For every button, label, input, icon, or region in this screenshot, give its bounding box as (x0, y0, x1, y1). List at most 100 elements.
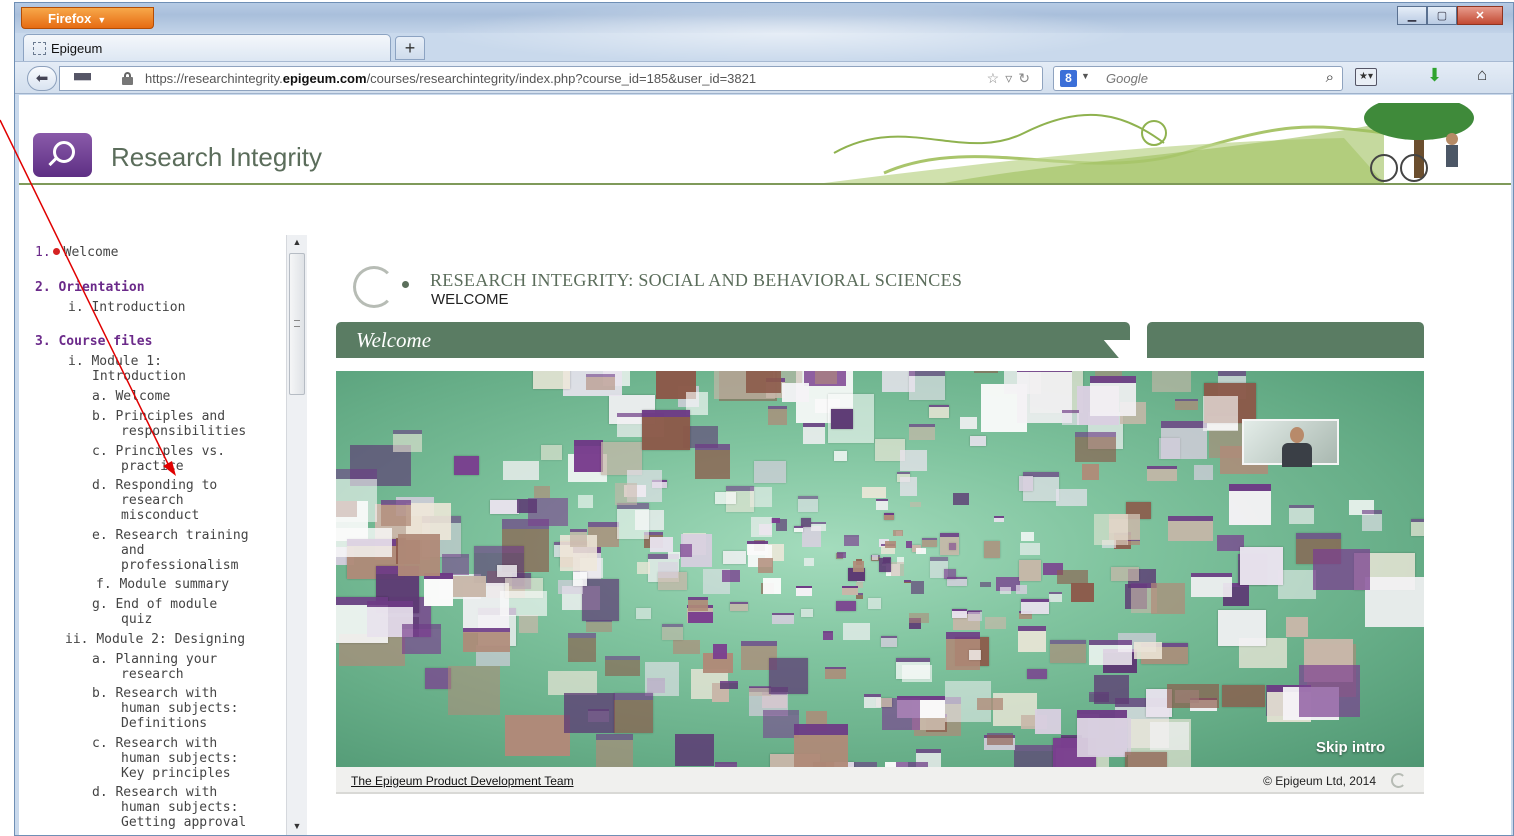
sidebar-item-human-subjects-key-principles[interactable]: c. Research with (92, 736, 217, 751)
sidebar-item-label-cont[interactable]: Key principles (121, 766, 231, 781)
sidebar-item-research-training[interactable]: e. Research training (92, 528, 249, 543)
sidebar-item-label-cont[interactable]: human subjects: (121, 751, 238, 766)
sidebar-item-human-subjects-definitions[interactable]: b. Research with (92, 686, 217, 701)
history-dropdown-icon[interactable]: ▿ (1005, 70, 1018, 86)
mosaic-thumbnail (969, 436, 986, 447)
search-icon[interactable]: ⌕ (1326, 69, 1334, 86)
mosaic-thumbnail (772, 612, 795, 624)
mosaic-thumbnail (943, 569, 956, 580)
reload-icon[interactable]: ↻ (1018, 70, 1036, 86)
mosaic-thumbnail (993, 516, 1004, 523)
scroll-up-arrow-icon[interactable]: ▲ (290, 237, 304, 251)
sidebar-scrollbar[interactable]: ▲ ▼ (286, 235, 307, 835)
sidebar-item-label: Research training (115, 528, 249, 543)
course-section-title: WELCOME (431, 291, 509, 308)
course-logo-dot-icon (402, 281, 409, 288)
sidebar-item-number: f. (96, 577, 112, 592)
search-engine-dropdown-icon[interactable]: ▼ (1081, 71, 1090, 81)
sidebar-section-orientation[interactable]: 2. Orientation (35, 280, 145, 295)
sidebar-section-course-files[interactable]: 3. Course files (35, 334, 152, 349)
sidebar-item-number: c. (92, 444, 108, 459)
new-tab-button[interactable]: + (395, 36, 425, 60)
browser-tab-epigeum[interactable]: Epigeum (23, 34, 391, 61)
sidebar-item-responding[interactable]: d. Responding to (92, 478, 217, 493)
intro-video-player[interactable]: Skip intro (336, 371, 1424, 767)
sidebar-item-module-1[interactable]: i. Module 1: (68, 354, 162, 369)
credits-link[interactable]: The Epigeum Product Development Team (351, 774, 574, 788)
sidebar-item-label-cont[interactable]: Getting approval (121, 815, 246, 830)
close-window-button[interactable]: ✕ (1457, 6, 1503, 25)
sidebar-item-label-cont[interactable]: research (121, 667, 184, 682)
sidebar-item-label-cont[interactable]: and (121, 543, 144, 558)
mosaic-thumbnail (516, 499, 537, 514)
mosaic-thumbnail (1222, 684, 1266, 707)
mosaic-thumbnail (582, 578, 620, 621)
sidebar-item-introduction[interactable]: i. Introduction (68, 300, 185, 315)
mosaic-thumbnail (504, 714, 570, 756)
bookmarks-icon[interactable]: ★▾ (1355, 68, 1377, 86)
back-arrow-icon: ⬅ (35, 70, 49, 87)
sidebar-item-label-cont[interactable]: professionalism (121, 558, 238, 573)
home-icon[interactable]: ⌂ (1477, 65, 1487, 85)
course-navigation-sidebar: 1. Welcome 2. Orientation i. Introduction… (19, 235, 286, 835)
sidebar-item-module-2[interactable]: ii. Module 2: Designing (65, 632, 245, 647)
mosaic-thumbnail (397, 533, 440, 576)
sidebar-item-label-cont[interactable]: quiz (121, 612, 152, 627)
mosaic-thumbnail (968, 609, 983, 621)
firefox-menu-button[interactable]: Firefox ▼ (21, 7, 154, 29)
sidebar-item-label-cont[interactable]: research (121, 493, 184, 508)
mosaic-thumbnail (1021, 531, 1035, 541)
sidebar-item-principles-vs-practice[interactable]: c. Principles vs. (92, 444, 225, 459)
maximize-button[interactable]: ▢ (1427, 6, 1457, 25)
scrollbar-thumb[interactable] (289, 253, 305, 395)
sidebar-item-m1-welcome[interactable]: a. Welcome (92, 389, 170, 404)
mosaic-thumbnail (1056, 488, 1088, 506)
mosaic-thumbnail (770, 517, 780, 523)
mosaic-thumbnail (336, 528, 392, 558)
mosaic-thumbnail (1019, 476, 1034, 492)
sidebar-item-label-cont[interactable]: Definitions (121, 716, 207, 731)
mosaic-thumbnail (862, 486, 887, 498)
google-search-engine-icon[interactable]: 8 (1060, 70, 1077, 87)
sidebar-item-end-of-module-quiz[interactable]: g. End of module (92, 597, 217, 612)
mosaic-thumbnail (424, 668, 451, 690)
sidebar-item-welcome[interactable]: 1. Welcome (35, 245, 118, 260)
search-input[interactable]: 8 ▼ Google ⌕ (1053, 66, 1343, 91)
mosaic-thumbnail (1090, 376, 1137, 417)
skip-intro-button[interactable]: Skip intro (1316, 739, 1385, 756)
sidebar-item-label-cont[interactable]: practice (121, 459, 184, 474)
mosaic-thumbnail (573, 571, 588, 586)
mosaic-thumbnail (909, 502, 921, 508)
sidebar-item-human-subjects-approval[interactable]: d. Research with (92, 785, 217, 800)
research-integrity-logo-icon (33, 133, 92, 177)
sidebar-item-label-cont[interactable]: responsibilities (121, 424, 246, 439)
mosaic-thumbnail (802, 422, 825, 444)
mosaic-thumbnail (952, 493, 969, 506)
mosaic-thumbnail (442, 553, 470, 575)
mosaic-thumbnail (686, 391, 709, 415)
bookmark-star-icon[interactable]: ☆ (987, 70, 1006, 86)
sidebar-item-label-cont[interactable]: Introduction (92, 369, 186, 384)
mosaic-thumbnail (635, 607, 651, 619)
mosaic-thumbnail (872, 555, 879, 561)
mosaic-thumbnail (490, 500, 520, 515)
minimize-button[interactable]: ▁ (1397, 6, 1427, 25)
mosaic-thumbnail (1088, 718, 1132, 756)
banner-illustration (824, 103, 1474, 183)
sidebar-item-label-cont[interactable]: human subjects: (121, 800, 238, 815)
back-button[interactable]: ⬅ (27, 66, 57, 91)
sidebar-item-planning[interactable]: a. Planning your (92, 652, 217, 667)
site-header: Research Integrity (19, 95, 1511, 185)
sidebar-item-number: 2. (35, 280, 51, 295)
scroll-down-arrow-icon[interactable]: ▼ (290, 821, 304, 835)
sidebar-item-principles[interactable]: b. Principles and (92, 409, 225, 424)
sidebar-item-label-cont[interactable]: misconduct (121, 508, 199, 523)
sidebar-item-module-summary[interactable]: f. Module summary (96, 577, 229, 592)
url-bar[interactable]: ▀▀ https://researchintegrity.epigeum.com… (59, 66, 1043, 91)
chevron-down-icon: ▼ (97, 15, 107, 25)
mosaic-thumbnail (903, 580, 911, 584)
course-title: RESEARCH INTEGRITY: SOCIAL AND BEHAVIORA… (430, 270, 963, 290)
download-icon[interactable]: ⬇ (1427, 65, 1442, 86)
mosaic-thumbnail (1286, 617, 1309, 637)
sidebar-item-label-cont[interactable]: human subjects: (121, 701, 238, 716)
